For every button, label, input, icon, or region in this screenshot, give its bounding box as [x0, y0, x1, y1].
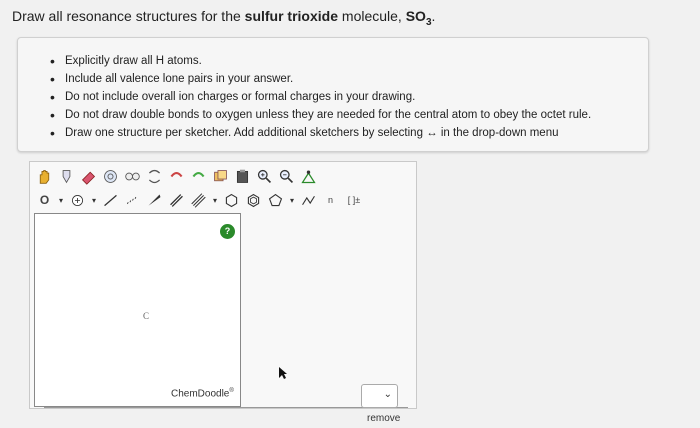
toolbar-row-2: O ▾ ▾ ▾ ▾ n []±: [34, 188, 367, 212]
chevron-down-icon: ⌄: [383, 389, 392, 400]
clear-icon[interactable]: [100, 166, 121, 187]
single-bond-icon[interactable]: [100, 190, 121, 211]
question-text: Draw all resonance structures for the su…: [12, 8, 436, 28]
lasso-icon[interactable]: [56, 166, 77, 187]
toolbar-row-1: [34, 164, 320, 188]
chevron-down-icon[interactable]: ▾: [56, 190, 66, 211]
zoom-to-fit-icon[interactable]: [122, 166, 143, 187]
drawing-canvas[interactable]: ? C ChemDoodle®: [34, 213, 241, 407]
instruction-item: Include all valence lone pairs in your a…: [50, 70, 591, 88]
help-button[interactable]: ?: [220, 224, 235, 239]
zoom-out-icon[interactable]: [276, 166, 297, 187]
paste-icon[interactable]: [232, 166, 253, 187]
clean-structure-icon[interactable]: [298, 166, 319, 187]
triple-bond-icon[interactable]: [188, 190, 209, 211]
instructions-list: Explicitly draw all H atoms. Include all…: [50, 52, 591, 142]
charge-bracket-button[interactable]: [ ]±: [342, 190, 366, 211]
atom-label-button[interactable]: O: [34, 190, 55, 211]
chevron-down-icon[interactable]: ▾: [287, 190, 297, 211]
eraser-icon[interactable]: [78, 166, 99, 187]
double-bond-icon[interactable]: [166, 190, 187, 211]
instruction-item: Explicitly draw all H atoms.: [50, 52, 591, 70]
divider: [44, 407, 408, 408]
flip-icon[interactable]: [144, 166, 165, 187]
instruction-item: Draw one structure per sketcher. Add add…: [50, 124, 591, 142]
sketcher-options-select[interactable]: ⌄: [361, 384, 398, 408]
benzene-icon[interactable]: [243, 190, 264, 211]
undo-icon[interactable]: [166, 166, 187, 187]
zoom-in-icon[interactable]: [254, 166, 275, 187]
chevron-down-icon[interactable]: ▾: [89, 190, 99, 211]
remove-link[interactable]: remove: [367, 413, 400, 424]
chemdoodle-brand: ChemDoodle®: [171, 388, 234, 400]
chain-icon[interactable]: [298, 190, 319, 211]
wedge-bond-icon[interactable]: [144, 190, 165, 211]
cyclohexane-icon[interactable]: [221, 190, 242, 211]
hand-icon[interactable]: [34, 166, 55, 187]
charge-plus-icon[interactable]: [67, 190, 88, 211]
instructions-box: Explicitly draw all H atoms. Include all…: [17, 37, 649, 152]
chemdoodle-sketcher: O ▾ ▾ ▾ ▾ n []± ? C ChemDoodle®: [29, 161, 417, 409]
instruction-item: Do not include overall ion charges or fo…: [50, 88, 591, 106]
hashed-bond-icon[interactable]: [122, 190, 143, 211]
instruction-item: Do not draw double bonds to oxygen unles…: [50, 106, 591, 124]
canvas-atom-label: C: [143, 311, 150, 321]
mouse-cursor-icon: [279, 367, 287, 379]
copy-icon[interactable]: [210, 166, 231, 187]
cyclopentane-icon[interactable]: [265, 190, 286, 211]
template-n-button[interactable]: n: [320, 190, 341, 211]
chevron-down-icon[interactable]: ▾: [210, 190, 220, 211]
redo-icon[interactable]: [188, 166, 209, 187]
